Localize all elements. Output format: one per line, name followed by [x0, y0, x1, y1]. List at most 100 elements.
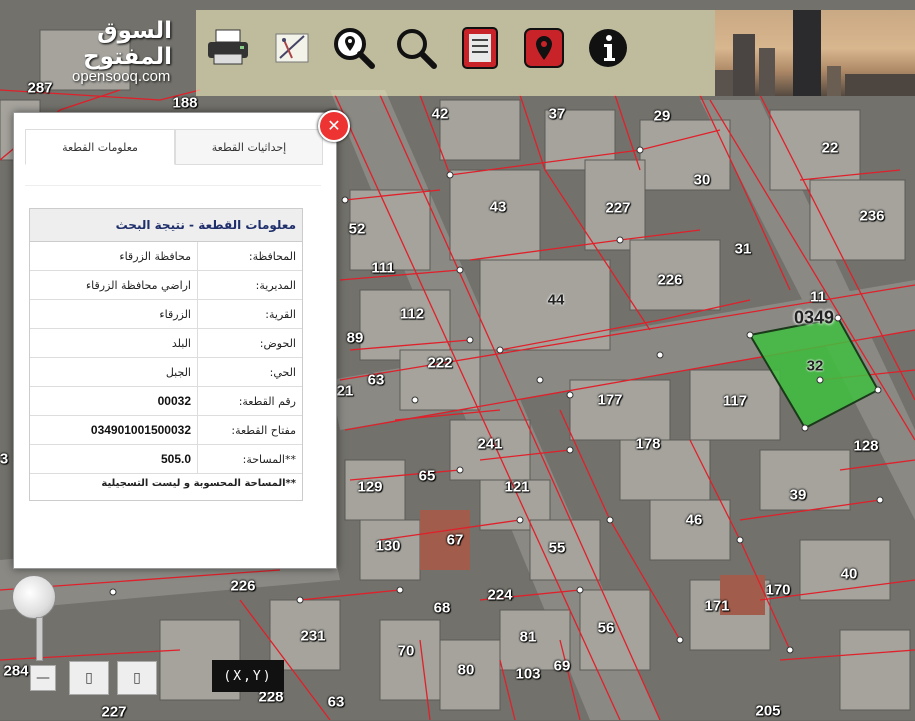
parcel-label[interactable]: 69	[554, 658, 571, 675]
parcel-label[interactable]: 117	[723, 393, 747, 410]
table-row: القرية: الزرقاء	[30, 299, 302, 329]
parcel-label[interactable]: 112	[400, 306, 424, 323]
parcel-label[interactable]: 226	[657, 272, 682, 289]
parcel-label[interactable]: 52	[349, 221, 366, 238]
zoom-out-button[interactable]: —	[30, 665, 56, 691]
parcel-label[interactable]: 32	[807, 358, 824, 375]
parcel-label[interactable]: 44	[548, 292, 565, 309]
field-value: الجبل	[30, 357, 198, 387]
parcel-label[interactable]: 103	[515, 666, 540, 683]
map-control-button[interactable]: ▯	[117, 661, 157, 695]
parcel-label[interactable]: 65	[419, 468, 436, 485]
parcel-label[interactable]: 222	[427, 355, 452, 372]
parcel-label[interactable]: 70	[398, 643, 415, 660]
parcel-label[interactable]: 284	[3, 663, 28, 680]
parcel-label[interactable]: 63	[368, 372, 385, 389]
city-skyline-banner	[715, 10, 915, 96]
parcel-label[interactable]: 130	[375, 538, 400, 555]
parcel-label[interactable]: 241	[477, 436, 502, 453]
parcel-label[interactable]: 22	[822, 140, 839, 157]
print-button[interactable]	[204, 24, 252, 72]
info-button[interactable]	[584, 24, 632, 72]
table-row: المديرية: اراضي محافظة الزرقاء	[30, 270, 302, 300]
field-label: **المساحة:	[197, 444, 302, 474]
parcel-label[interactable]: 46	[686, 512, 703, 529]
field-label: القرية:	[197, 299, 302, 329]
field-value: الزرقاء	[30, 299, 198, 329]
parcel-label[interactable]: 40	[841, 566, 858, 583]
printer-icon	[208, 29, 248, 65]
parcel-label[interactable]: 31	[735, 241, 752, 258]
parcel-label[interactable]: 227	[605, 200, 630, 217]
parcel-label[interactable]: 170	[765, 582, 790, 599]
zoom-slider-track[interactable]	[36, 617, 43, 661]
parcel-label[interactable]: 236	[859, 208, 884, 225]
parcel-label[interactable]: 226	[230, 578, 255, 595]
logo-arabic-text: السوق المفتوح	[83, 18, 172, 70]
tab-divider	[25, 185, 321, 186]
table-row: الحوض: البلد	[30, 328, 302, 358]
field-value: اراضي محافظة الزرقاء	[30, 270, 198, 300]
parcel-label[interactable]: 171	[704, 598, 729, 615]
table-row: رقم القطعة: 00032	[30, 386, 302, 416]
parcel-label[interactable]: 89	[347, 330, 364, 347]
info-icon	[589, 29, 627, 67]
parcel-label[interactable]: 128	[853, 438, 878, 455]
field-value: البلد	[30, 328, 198, 358]
parcel-label[interactable]: 224	[487, 587, 512, 604]
opensooq-logo: السوق المفتوح opensooq.com	[20, 18, 175, 85]
area-note: **المساحة المحسوبة و ليست التسجيلية	[101, 478, 296, 489]
parcel-label[interactable]: 3	[0, 451, 8, 468]
parcel-label[interactable]: 111	[371, 260, 394, 277]
parcel-label[interactable]: 29	[654, 108, 671, 125]
field-label: رقم القطعة:	[197, 386, 302, 416]
field-label: الحي:	[197, 357, 302, 387]
parcel-label[interactable]: 67	[447, 532, 464, 549]
field-value: 034901001500032	[30, 415, 198, 445]
square-icon: ▯	[133, 670, 141, 686]
field-label: مفتاح القطعة:	[197, 415, 302, 445]
search-button[interactable]	[392, 24, 440, 72]
close-panel-button[interactable]: ✕	[318, 110, 350, 142]
report-button[interactable]	[456, 24, 504, 72]
parcel-label[interactable]: 55	[549, 540, 566, 557]
locate-parcel-button[interactable]	[330, 24, 378, 72]
parcel-label[interactable]: 231	[300, 628, 325, 645]
field-value: 505.0	[30, 444, 198, 474]
parcel-label[interactable]: 68	[434, 600, 451, 617]
parcel-label[interactable]: 205	[755, 703, 780, 720]
xy-coordinates-button[interactable]: (X,Y)	[212, 660, 284, 692]
measure-button[interactable]	[268, 24, 316, 72]
parcel-label[interactable]: 80	[458, 662, 475, 679]
tab-parcel-info[interactable]: معلومات القطعة	[25, 129, 175, 165]
parcel-label[interactable]: 30	[694, 172, 711, 189]
document-icon	[462, 27, 498, 69]
field-label: المحافظة:	[197, 242, 302, 271]
parcel-label[interactable]: 21	[337, 383, 354, 400]
table-row: الحي: الجبل	[30, 357, 302, 387]
parcel-label[interactable]: 178	[635, 436, 660, 453]
parcel-label[interactable]: 121	[504, 479, 529, 496]
parcel-label[interactable]: 81	[520, 629, 537, 646]
parcel-label[interactable]: 56	[598, 620, 615, 637]
parcel-label[interactable]: 11	[810, 289, 826, 306]
parcel-label[interactable]: 188	[172, 95, 197, 112]
table-row: مفتاح القطعة: 034901001500032	[30, 415, 302, 445]
parcel-label[interactable]: 129	[357, 479, 382, 496]
logo-latin-text: opensooq.com	[72, 68, 171, 85]
info-table-title: معلومات القطعة - نتيجة البحث	[30, 209, 302, 242]
field-value: 00032	[30, 386, 198, 416]
parcel-label[interactable]: 177	[597, 392, 622, 409]
parcel-label[interactable]: 43	[490, 199, 507, 216]
location-button[interactable]	[520, 24, 568, 72]
parcel-label[interactable]: 39	[790, 487, 807, 504]
tab-parcel-coordinates[interactable]: إحداثيات القطعة	[175, 129, 323, 165]
zoom-slider-knob[interactable]	[12, 575, 56, 619]
map-control-button[interactable]: ▯	[69, 661, 109, 695]
parcel-label[interactable]: 227	[101, 704, 126, 721]
parcel-label[interactable]: 0349	[794, 308, 834, 329]
parcel-label[interactable]: 37	[549, 106, 566, 123]
parcel-label[interactable]: 42	[432, 106, 449, 123]
parcel-label[interactable]: 63	[328, 694, 345, 711]
map-pin-magnifier-icon	[334, 28, 375, 69]
